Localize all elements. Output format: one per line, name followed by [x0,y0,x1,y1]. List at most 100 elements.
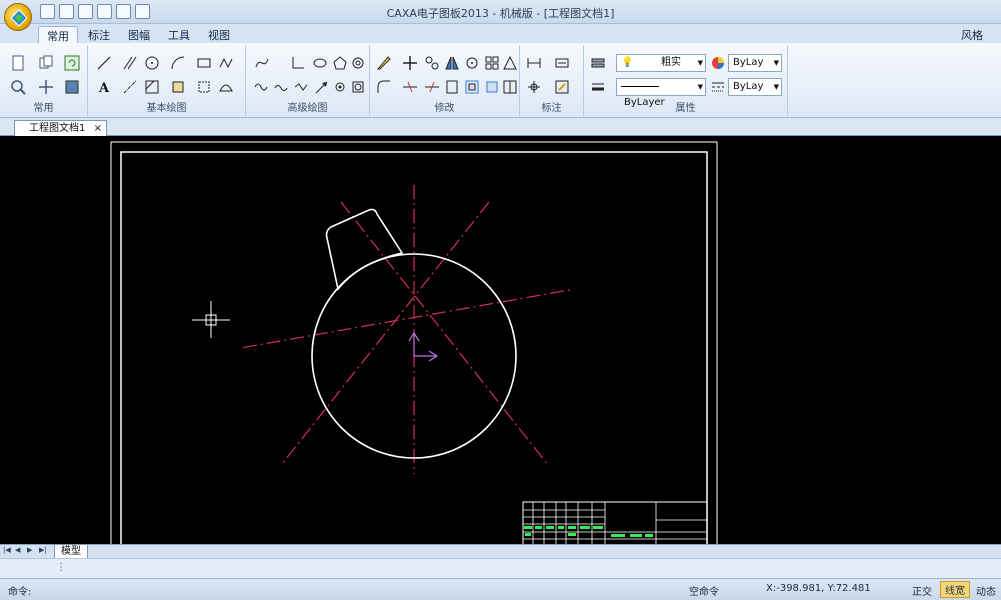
hole-icon[interactable] [350,79,366,95]
ortho-toggle[interactable]: 正交 [912,583,932,598]
text-icon[interactable]: A [96,79,112,96]
new-document-icon[interactable] [10,55,26,71]
linewidth-combo-value: ByLay [733,81,764,92]
tab-tools[interactable]: 工具 [160,26,198,43]
zoom-icon[interactable] [10,79,26,95]
caxa-logo-icon[interactable] [4,3,32,31]
ribbon-group-advanced-draw: 高级绘图 [246,45,370,116]
arc-icon[interactable] [170,55,186,71]
wave-line-icon[interactable] [254,79,270,95]
menu-bar: 常用 标注 图幅 工具 视图 风格 [0,24,1001,43]
group-label-common: 常用 [33,103,54,114]
centerline-horizontal [242,288,572,349]
document-tab-title: 工程图文档1 [29,123,86,134]
angle-line-icon[interactable] [290,55,306,71]
copy-icon[interactable] [38,55,54,71]
linetype-combo[interactable]: ByLayer ▼ [616,78,706,108]
pan-icon[interactable] [38,79,54,95]
mirror-icon[interactable] [444,55,460,71]
parallel-line-icon[interactable] [122,55,138,71]
block-icon[interactable] [170,79,186,95]
coordinate-readout: X:-398.981, Y:72.481 [766,583,871,594]
linewidth-combo[interactable]: ByLay ▼ [728,78,782,96]
lug-outline [325,208,404,291]
document-tab[interactable]: 工程图文档1 × [14,120,107,136]
centerline-icon[interactable] [122,79,138,95]
refresh-icon[interactable] [64,55,80,71]
line-style-icon[interactable] [710,79,726,95]
array-icon[interactable] [424,55,440,71]
close-icon[interactable]: × [94,121,102,136]
prev-sheet-icon[interactable]: ◀ [15,546,25,557]
fillet-icon[interactable] [376,79,392,95]
layer-manager-icon[interactable] [590,55,606,71]
model-tab[interactable]: 模型 [54,544,88,559]
svg-text:A: A [98,81,110,95]
drawing-svg [110,141,718,544]
ribbon-group-dimension: 标注 [520,45,584,116]
edit-dim-icon[interactable] [554,79,570,95]
tab-common[interactable]: 常用 [38,26,78,43]
linetype-sample [621,85,659,87]
spline-icon[interactable] [254,55,270,71]
dynamic-input-toggle[interactable]: 动态输 [976,583,1001,600]
ellipse-icon[interactable] [312,55,328,71]
arrow-icon[interactable] [314,79,330,95]
scale-icon[interactable] [484,55,500,71]
command-history-area[interactable]: ⋮ [0,558,1001,578]
drawing-canvas[interactable] [0,137,1001,544]
delete-icon[interactable] [376,55,392,71]
point-icon[interactable] [196,79,212,95]
zigzag-icon[interactable] [294,79,310,95]
ribbon: 常用 A 基本绘图 高级绘图 修改 标注 💡 粗实 ▼ ByLay ▼ ByLa… [0,43,1001,118]
polygon-icon[interactable] [332,55,348,71]
last-sheet-icon[interactable]: ▶| [39,546,49,557]
linewidth-icon[interactable] [590,79,606,95]
centerline-diagonal-2 [281,201,490,465]
style-menu[interactable]: 风格 [961,27,983,43]
text-note-icon[interactable] [554,55,570,71]
gear-icon[interactable] [332,79,348,95]
chevron-down-icon: ▼ [773,83,779,91]
tab-view[interactable]: 视图 [200,26,238,43]
trim-icon[interactable] [402,79,418,95]
grip-icon: ⋮ [56,562,66,573]
linewidth-toggle[interactable]: 线宽 [940,581,970,598]
line-icon[interactable] [96,55,112,71]
color-combo[interactable]: ByLay ▼ [728,54,782,72]
explode-icon[interactable] [484,79,500,95]
chamfer-icon[interactable] [502,79,518,95]
title-block [522,501,708,544]
circle-icon[interactable] [144,55,160,71]
centerline-diagonal-1 [340,201,549,466]
group-label-dimension: 标注 [541,103,562,114]
region-icon[interactable] [218,79,234,95]
ring-icon[interactable] [350,55,366,71]
dimension-icon[interactable] [526,55,542,71]
color-wheel-icon[interactable] [710,55,726,71]
coordinate-dim-icon[interactable] [526,79,542,95]
break-icon[interactable] [444,79,460,95]
ribbon-group-modify: 修改 [370,45,520,116]
first-sheet-icon[interactable]: |◀ [3,546,13,557]
rotate-icon[interactable] [464,55,480,71]
stretch-icon[interactable] [502,55,518,71]
hatch-icon[interactable] [144,79,160,95]
ribbon-group-properties: 💡 粗实 ▼ ByLay ▼ ByLayer ▼ ByLay ▼ 属性 [584,45,788,116]
tab-annotate[interactable]: 标注 [80,26,118,43]
tab-sheet[interactable]: 图幅 [120,26,158,43]
polyline-icon[interactable] [218,55,234,71]
origin-axis-arrows [408,331,439,362]
layer-combo[interactable]: 💡 粗实 ▼ [616,54,706,72]
rectangle-icon[interactable] [196,55,212,71]
extend-icon[interactable] [424,79,440,95]
offset-icon[interactable] [464,79,480,95]
crosshair-cursor-icon [192,301,230,338]
move-icon[interactable] [402,55,418,71]
next-sheet-icon[interactable]: ▶ [27,546,37,557]
layer-icon[interactable] [64,79,80,95]
group-label-properties: 属性 [675,103,696,114]
chevron-down-icon: ▼ [697,59,703,67]
group-label-advanced-draw: 高级绘图 [287,103,328,114]
double-line-icon[interactable] [274,79,290,95]
